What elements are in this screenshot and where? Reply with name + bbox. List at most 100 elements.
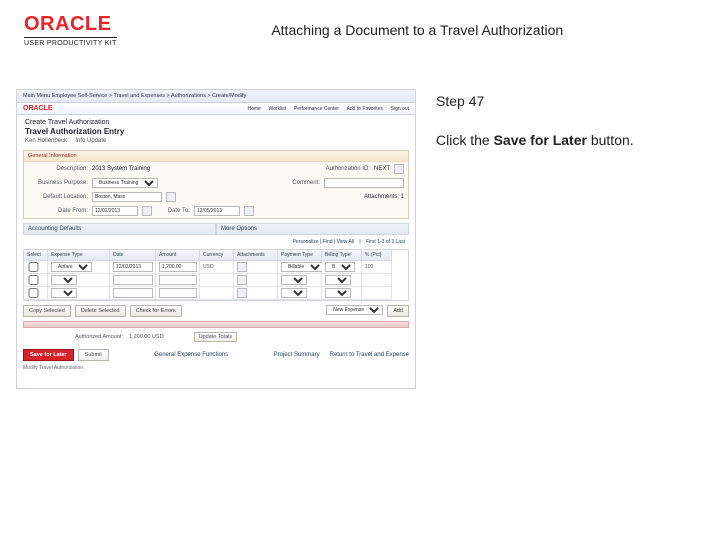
general-functions-link[interactable]: General Expense Functions — [154, 352, 228, 358]
row-amount-input[interactable] — [159, 288, 197, 298]
col-pct: % (Pct) — [362, 250, 392, 261]
row-date-input[interactable] — [113, 262, 153, 272]
col-currency: Currency — [200, 250, 234, 261]
date-to-label: Date To: — [156, 208, 190, 214]
col-date: Date — [110, 250, 156, 261]
col-select: Select — [24, 250, 48, 261]
row-date-input[interactable] — [113, 288, 153, 298]
auth-amount-value: 1,200.00 USD — [129, 334, 164, 340]
lookup-icon[interactable] — [166, 192, 176, 202]
col-attachments: Attachments — [234, 250, 278, 261]
row-select-checkbox[interactable] — [27, 275, 40, 285]
oracle-logo: ORACLE — [24, 14, 111, 34]
return-link[interactable]: Return to Travel and Expense — [330, 352, 409, 358]
grid-nav-range: First 1-3 of 3 Last — [366, 239, 405, 245]
totals-bar — [23, 321, 409, 328]
col-expense-type: Expense Type — [48, 250, 110, 261]
copy-selected-button[interactable]: Copy Selected — [23, 305, 71, 317]
comment-label: Comment: — [260, 180, 320, 186]
table-row — [24, 287, 408, 300]
document-title: Attaching a Document to a Travel Authori… — [139, 22, 696, 38]
step-text-suffix: button. — [587, 132, 634, 148]
row-amount-input[interactable] — [159, 275, 197, 285]
auth-id-label: Authorization ID: — [310, 166, 370, 172]
row-select-checkbox[interactable] — [27, 288, 40, 298]
table-row — [24, 274, 408, 287]
description-value: 2013 System Training — [92, 166, 150, 172]
default-location-label: Default Location: — [28, 194, 88, 200]
brand-block: ORACLE USER PRODUCTIVITY KIT — [24, 14, 117, 47]
step-label: Step 47 — [436, 93, 696, 109]
top-link-performance[interactable]: Performance Center — [294, 106, 339, 112]
billing-type-select[interactable] — [325, 288, 351, 298]
top-link-favorites[interactable]: Add to Favorites — [347, 106, 383, 112]
col-payment-type: Payment Type — [278, 250, 322, 261]
delete-selected-button[interactable]: Delete Selected — [75, 305, 126, 317]
product-subtitle: USER PRODUCTIVITY KIT — [24, 40, 117, 47]
business-purpose-select[interactable]: Business Training — [92, 178, 158, 188]
row-date-input[interactable] — [113, 275, 153, 285]
table-row: Airfare USD Billable B 100 — [24, 261, 408, 274]
date-to-input[interactable] — [194, 206, 240, 216]
top-link-signout[interactable]: Sign out — [391, 106, 409, 112]
employee-name: Ken Hollenbeck — [25, 138, 67, 144]
expense-grid: Select Expense Type Date Amount Currency… — [23, 249, 409, 301]
project-summary-link[interactable]: Project Summary — [274, 352, 320, 358]
add-expense-button[interactable]: Add — [387, 305, 409, 317]
auth-amount-label: Authorized Amount: — [23, 334, 123, 340]
billing-type-select[interactable] — [325, 275, 351, 285]
top-links: Home Worklist Performance Center Add to … — [241, 106, 409, 112]
employee-sub: Info Update — [75, 138, 106, 144]
attachment-icon[interactable] — [237, 262, 247, 272]
row-buttons: Copy Selected Delete Selected Check for … — [23, 305, 409, 317]
submit-button[interactable]: Submit — [78, 349, 109, 361]
expense-type-select[interactable]: Airfare — [51, 262, 92, 272]
step-button-name: Save for Later — [494, 132, 587, 148]
expense-type-select[interactable] — [51, 275, 77, 285]
col-billing-type: Billing Type — [322, 250, 362, 261]
col-amount: Amount — [156, 250, 200, 261]
footnote: Modify Travel Authorization — [23, 365, 409, 371]
more-options-header[interactable]: More Options — [216, 223, 409, 235]
payment-type-select[interactable]: Billable — [281, 262, 324, 272]
default-location-input[interactable] — [92, 192, 162, 202]
top-link-worklist[interactable]: Worklist — [269, 106, 287, 112]
attachment-icon[interactable] — [237, 275, 247, 285]
auth-id-value: NEXT — [374, 166, 390, 172]
app-screenshot: Main Menu Employee Self-Service > Travel… — [16, 89, 416, 389]
billing-type-select[interactable]: B — [325, 262, 355, 272]
logo-divider — [24, 37, 117, 38]
general-info-panel: General Information Description: 2013 Sy… — [23, 150, 409, 219]
doc-header: ORACLE USER PRODUCTIVITY KIT Attaching a… — [0, 0, 720, 53]
payment-type-select[interactable] — [281, 275, 307, 285]
comment-input[interactable] — [324, 178, 404, 188]
row-select-checkbox[interactable] — [27, 262, 40, 272]
print-icon[interactable] — [394, 164, 404, 174]
new-expense-select[interactable]: New Expense — [326, 305, 383, 315]
calendar-icon[interactable] — [244, 206, 254, 216]
expense-type-select[interactable] — [51, 288, 77, 298]
general-info-header: General Information — [24, 151, 408, 162]
description-label: Description: — [28, 166, 88, 172]
employee-line: Ken Hollenbeck Info Update — [17, 138, 415, 148]
mid-headers: Accounting Defaults More Options — [23, 223, 409, 235]
check-errors-button[interactable]: Check for Errors — [130, 305, 182, 317]
payment-type-select[interactable] — [281, 288, 307, 298]
step-text-prefix: Click the — [436, 132, 494, 148]
grid-nav-links[interactable]: Personalize | Find | View All — [293, 239, 354, 245]
row-pct: 100 — [365, 264, 373, 270]
accounting-defaults-header[interactable]: Accounting Defaults — [23, 223, 216, 235]
attachment-icon[interactable] — [237, 288, 247, 298]
instruction-column: Step 47 Click the Save for Later button. — [432, 89, 704, 149]
content-row: Main Menu Employee Self-Service > Travel… — [0, 53, 720, 389]
app-top-bar: ORACLE Home Worklist Performance Center … — [17, 103, 415, 115]
date-from-input[interactable] — [92, 206, 138, 216]
row-currency: USD — [203, 264, 214, 270]
row-amount-input[interactable] — [159, 262, 197, 272]
calendar-icon[interactable] — [142, 206, 152, 216]
update-totals-button[interactable]: Update Totals — [194, 332, 238, 342]
breadcrumb[interactable]: Main Menu Employee Self-Service > Travel… — [17, 90, 415, 103]
attachments-count[interactable]: Attachments: 1 — [364, 194, 404, 200]
top-link-home[interactable]: Home — [247, 106, 260, 112]
save-for-later-button[interactable]: Save for Later — [23, 349, 74, 361]
